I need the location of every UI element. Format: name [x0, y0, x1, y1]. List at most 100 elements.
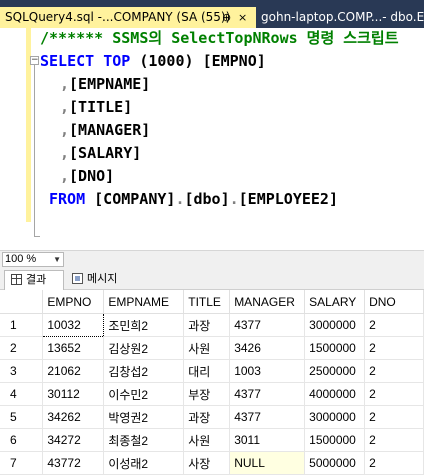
cell-salary[interactable]: 3000000	[304, 405, 366, 429]
collapse-icon[interactable]: −	[30, 56, 39, 65]
column-header[interactable]: DNO	[364, 290, 424, 314]
tab-messages-label: 메시지	[87, 272, 118, 285]
cell-salary[interactable]: 1500000	[304, 428, 366, 452]
column-name: [MANAGER]	[69, 121, 151, 139]
cell-salary[interactable]: 2500000	[304, 359, 366, 383]
row-number[interactable]: 7	[0, 451, 44, 475]
cell-manager[interactable]: 3426	[229, 336, 306, 360]
cell-title[interactable]: 사장	[183, 451, 231, 475]
top-value: (1000)	[139, 52, 194, 70]
message-icon	[72, 273, 83, 284]
tab-results-label: 결과	[26, 273, 47, 286]
comma: ,	[60, 167, 70, 185]
outline-line	[34, 65, 35, 237]
cell-title[interactable]: 부장	[183, 382, 231, 406]
cell-empname[interactable]: 김창섭2	[103, 359, 185, 383]
select-keyword: SELECT	[40, 52, 95, 70]
tab-title: SQLQuery4.sql -...COMPANY (SA (55))	[5, 10, 231, 24]
comma: ,	[60, 121, 70, 139]
code-line-comment: /****** SSMS의 SelectTopNRows 명령 스크립트	[40, 28, 399, 50]
cell-salary[interactable]: 1500000	[304, 336, 366, 360]
cell-empno[interactable]: 10032	[42, 313, 105, 337]
table-row[interactable]: 1 10032 조민희2 과장 4377 3000000 2	[0, 313, 424, 337]
tab-employee-table[interactable]: gohn-laptop.COMP...- dbo.EM	[256, 7, 424, 28]
cell-empno[interactable]: 43772	[42, 451, 105, 475]
row-number[interactable]: 5	[0, 405, 44, 429]
cell-salary[interactable]: 4000000	[304, 382, 366, 406]
comma: ,	[60, 144, 70, 162]
cell-empname[interactable]: 박영권2	[103, 405, 185, 429]
cell-dno[interactable]: 2	[364, 428, 424, 452]
row-number[interactable]: 1	[0, 313, 44, 337]
cell-title[interactable]: 과장	[183, 313, 231, 337]
cell-manager[interactable]: 4377	[229, 313, 306, 337]
cell-empno[interactable]: 13652	[42, 336, 105, 360]
cell-dno[interactable]: 2	[364, 359, 424, 383]
row-header-corner[interactable]	[0, 290, 44, 314]
cell-title[interactable]: 사원	[183, 428, 231, 452]
top-keyword: TOP	[103, 52, 131, 70]
cell-dno[interactable]: 2	[364, 405, 424, 429]
row-number[interactable]: 4	[0, 382, 44, 406]
cell-empname[interactable]: 이수민2	[103, 382, 185, 406]
cell-empname[interactable]: 김상원2	[103, 336, 185, 360]
cell-empno[interactable]: 21062	[42, 359, 105, 383]
dot: .	[229, 190, 239, 208]
column-header[interactable]: TITLE	[183, 290, 231, 314]
results-table: EMPNO EMPNAME TITLE MANAGER SALARY DNO 1…	[0, 290, 424, 475]
cell-empname[interactable]: 이성래2	[103, 451, 185, 475]
cell-dno[interactable]: 2	[364, 451, 424, 475]
column-header[interactable]: EMPNO	[42, 290, 105, 314]
zoom-dropdown[interactable]: 100 % ▼	[2, 252, 64, 267]
column-name: [SALARY]	[69, 144, 142, 162]
cell-empname[interactable]: 최종철2	[103, 428, 185, 452]
cell-empno[interactable]: 34262	[42, 405, 105, 429]
cell-manager[interactable]: 4377	[229, 405, 306, 429]
code-line-column: ,[DNO]	[60, 165, 114, 188]
cell-manager[interactable]: 4377	[229, 382, 306, 406]
pin-icon[interactable]: ⊕	[222, 7, 231, 28]
cell-manager[interactable]: 1003	[229, 359, 306, 383]
table-row[interactable]: 5 34262 박영권2 과장 4377 3000000 2	[0, 405, 424, 429]
column-header[interactable]: MANAGER	[229, 290, 306, 314]
cell-empno[interactable]: 30112	[42, 382, 105, 406]
tab-messages[interactable]: 메시지	[66, 270, 132, 290]
cell-empname[interactable]: 조민희2	[103, 313, 185, 337]
column-empno: [EMPNO]	[202, 52, 266, 70]
document-tab-bar: SQLQuery4.sql -...COMPANY (SA (55)) ⊕ × …	[0, 0, 424, 28]
table-row[interactable]: 3 21062 김창섭2 대리 1003 2500000 2	[0, 359, 424, 383]
editor-status-strip: 100 % ▼	[0, 250, 424, 267]
column-name: [DNO]	[69, 167, 115, 185]
cell-salary[interactable]: 5000000	[304, 451, 366, 475]
column-header[interactable]: SALARY	[304, 290, 366, 314]
code-line-column: ,[MANAGER]	[60, 119, 150, 142]
row-number[interactable]: 3	[0, 359, 44, 383]
cell-dno[interactable]: 2	[364, 336, 424, 360]
table-row[interactable]: 2 13652 김상원2 사원 3426 1500000 2	[0, 336, 424, 360]
cell-manager[interactable]: 3011	[229, 428, 306, 452]
code-line-column: ,[TITLE]	[60, 96, 132, 119]
cell-empno[interactable]: 34272	[42, 428, 105, 452]
query-editor[interactable]: − /****** SSMS의 SelectTopNRows 명령 스크립트 S…	[0, 28, 424, 250]
tab-results[interactable]: 결과	[4, 270, 64, 290]
cell-salary[interactable]: 3000000	[304, 313, 366, 337]
tab-sqlquery4[interactable]: SQLQuery4.sql -...COMPANY (SA (55)) ⊕ ×	[0, 7, 256, 28]
from-keyword: FROM	[49, 190, 86, 208]
cell-dno[interactable]: 2	[364, 382, 424, 406]
column-header[interactable]: EMPNAME	[103, 290, 185, 314]
row-number[interactable]: 2	[0, 336, 44, 360]
table-row[interactable]: 6 34272 최종철2 사원 3011 1500000 2	[0, 428, 424, 452]
cell-title[interactable]: 대리	[183, 359, 231, 383]
close-icon[interactable]: ×	[238, 7, 247, 28]
table-row[interactable]: 4 30112 이수민2 부장 4377 4000000 2	[0, 382, 424, 406]
cell-manager-null[interactable]: NULL	[229, 451, 306, 475]
row-number[interactable]: 6	[0, 428, 44, 452]
column-name: [EMPNAME]	[69, 75, 151, 93]
cell-title[interactable]: 사원	[183, 336, 231, 360]
results-grid[interactable]: EMPNO EMPNAME TITLE MANAGER SALARY DNO 1…	[0, 290, 424, 475]
table-row[interactable]: 7 43772 이성래2 사장 NULL 5000000 2	[0, 451, 424, 475]
zoom-value: 100 %	[5, 253, 37, 265]
code-line-from: FROM [COMPANY].[dbo].[EMPLOYEE2]	[49, 188, 338, 211]
cell-title[interactable]: 과장	[183, 405, 231, 429]
cell-dno[interactable]: 2	[364, 313, 424, 337]
